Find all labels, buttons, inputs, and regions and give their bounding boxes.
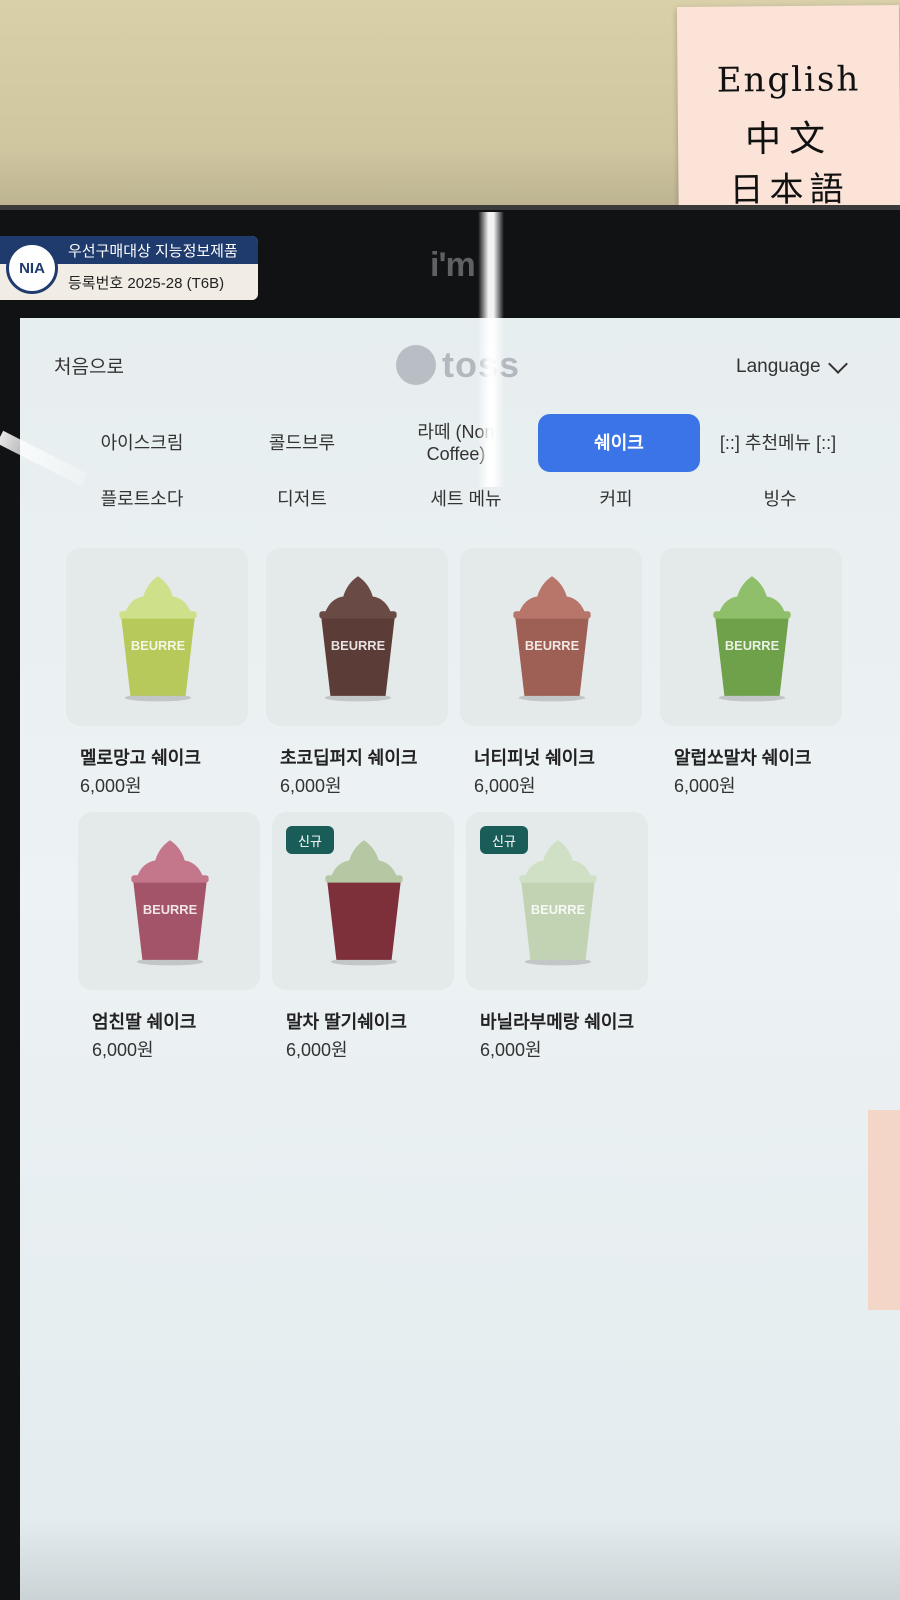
new-badge: 신규 [480,826,528,854]
language-button[interactable]: Language [736,354,848,378]
category-tab-float-soda[interactable]: 플로트소다 [72,470,212,528]
category-tab-recommended[interactable]: [::] 추천메뉴 [::] [718,414,838,472]
product-card[interactable]: 신규말차 딸기쉐이크 6,000원 [272,812,454,1072]
product-card[interactable]: BEURRE 초코딥퍼지 쉐이크 6,000원 [266,548,448,808]
product-price: 6,000원 [474,776,536,796]
language-label: Language [736,356,821,377]
nia-line2: 등록번호 2025-28 (T6B) [68,275,225,292]
product-name: 말차 딸기쉐이크 [286,1012,407,1032]
product-name: 알럽쏘말차 쉐이크 [674,748,812,768]
category-label: 아이스크림 [100,433,184,453]
cup-brand-text: BEURRE [525,638,580,653]
screen-shadow [20,1518,900,1600]
category-tab-shake[interactable]: 쉐이크 [538,414,700,472]
category-label: 쉐이크 [594,433,644,453]
kiosk-screen: 처음으로 toss Language 아이스크림 콜드브루 라떼 (Non Co… [20,318,900,1600]
category-label: 콜드브루 [268,433,336,453]
category-label: 세트 메뉴 [430,489,502,509]
category-tab-set-menu[interactable]: 세트 메뉴 [396,470,536,528]
category-tab-coffee[interactable]: 커피 [556,470,676,528]
toss-logo-icon [396,345,436,385]
category-tab-coldbrew[interactable]: 콜드브루 [232,414,372,472]
product-price: 6,000원 [674,776,736,796]
shake-cup-icon: BEURRE [319,576,397,702]
product-card[interactable]: BEURRE 신규바닐라부메랑 쉐이크 6,000원 [466,812,648,1072]
cup-brand-text: BEURRE [331,638,386,653]
product-price: 6,000원 [80,776,142,796]
product-name: 너티피넛 쉐이크 [474,748,595,768]
new-badge: 신규 [286,826,334,854]
category-label: 디저트 [277,489,327,509]
device-logo: i'm [430,246,476,284]
cup-brand-text: BEURRE [725,638,780,653]
product-name: 초코딥퍼지 쉐이크 [280,748,418,768]
product-name: 바닐라부메랑 쉐이크 [480,1012,635,1032]
chevron-down-icon [827,354,848,374]
shake-cup-icon: BEURRE [519,840,597,966]
nia-sticker: NIA 우선구매대상 지능정보제품 등록번호 2025-28 (T6B) [0,236,258,300]
note-line-english: English [716,59,861,101]
shake-cup-icon: BEURRE [131,840,209,966]
product-card[interactable]: BEURRE 멜로망고 쉐이크 6,000원 [66,548,248,808]
category-tab-dessert[interactable]: 디저트 [232,470,372,528]
category-label: 플로트소다 [100,489,184,509]
cup-brand-text: BEURRE [143,902,198,917]
cup-brand-text: BEURRE [131,638,186,653]
home-button[interactable]: 처음으로 [54,352,124,379]
product-name: 엄친딸 쉐이크 [92,1012,197,1032]
category-tab-icecream[interactable]: 아이스크림 [72,414,212,472]
shake-cup-icon: BEURRE [513,576,591,702]
shake-cup-icon: BEURRE [713,576,791,702]
nia-line1: 우선구매대상 지능정보제품 [68,243,238,260]
nia-logo: NIA [6,242,58,294]
category-label: 커피 [599,489,633,509]
product-price: 6,000원 [92,1040,154,1060]
side-note-edge [868,1110,900,1310]
shake-cup-icon [325,840,403,966]
category-tab-bingsu[interactable]: 빙수 [720,470,840,528]
product-name: 멜로망고 쉐이크 [80,748,201,768]
cup-brand-text: BEURRE [531,902,586,917]
product-card[interactable]: BEURRE 엄친딸 쉐이크 6,000원 [78,812,260,1072]
screen-glare [478,212,504,487]
shake-cup-icon: BEURRE [119,576,197,702]
category-label: 빙수 [763,489,797,509]
product-card[interactable]: BEURRE 너티피넛 쉐이크 6,000원 [460,548,642,808]
product-price: 6,000원 [280,776,342,796]
product-price: 6,000원 [480,1040,542,1060]
product-price: 6,000원 [286,1040,348,1060]
category-label: [::] 추천메뉴 [::] [719,433,837,453]
note-line-chinese: 中文 [744,118,834,161]
product-card[interactable]: BEURRE 알럽쏘말차 쉐이크 6,000원 [660,548,842,808]
